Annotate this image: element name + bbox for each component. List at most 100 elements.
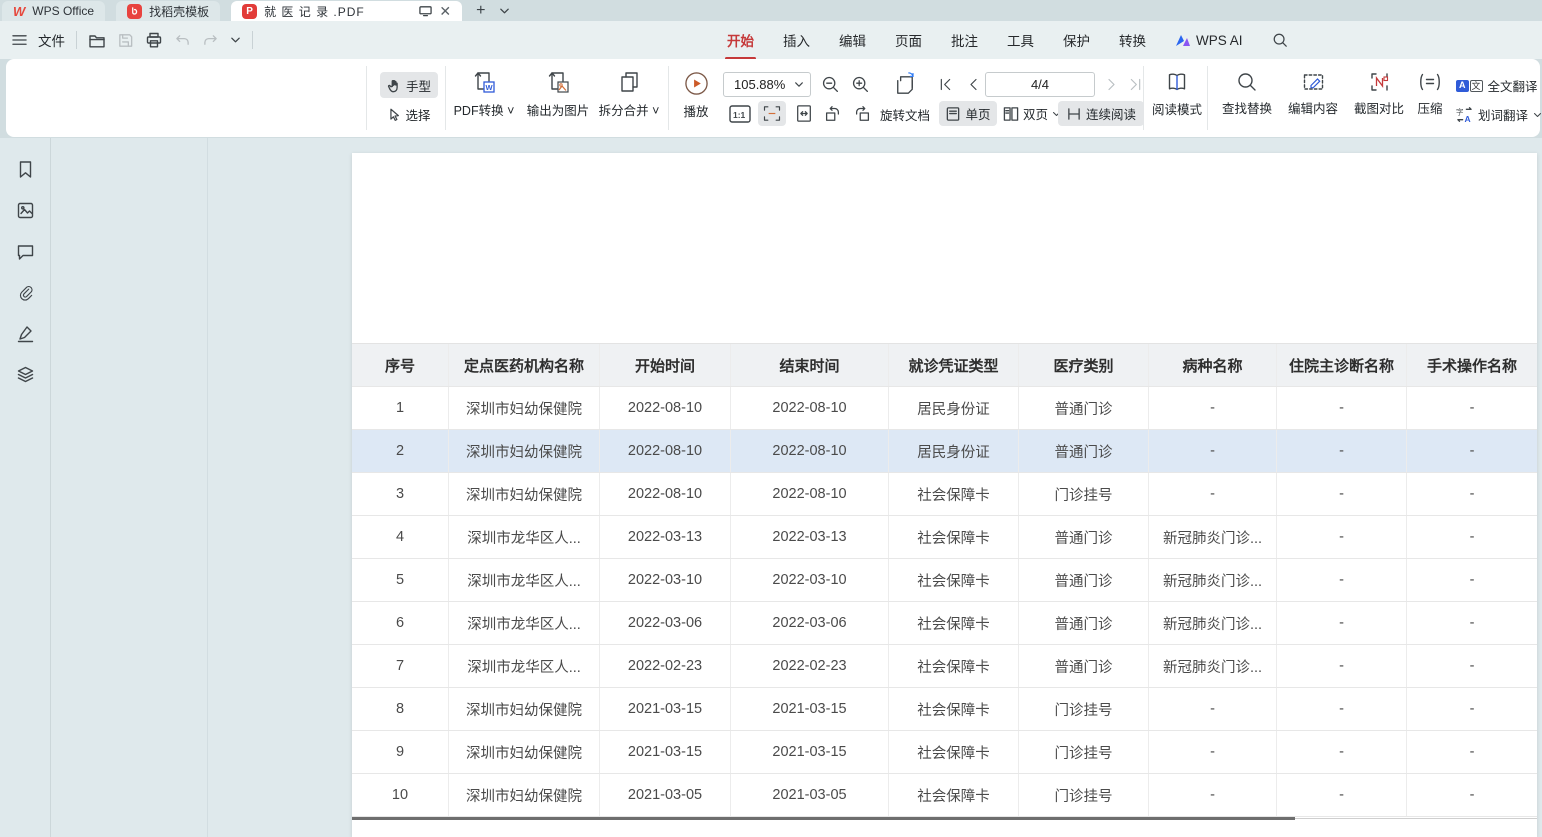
zoom-in-icon xyxy=(851,75,871,95)
table-row: 2深圳市妇幼保健院2022-08-102022-08-10居民身份证普通门诊--… xyxy=(352,430,1537,473)
table-cell: - xyxy=(1277,559,1407,601)
table-cell: 2022-03-10 xyxy=(731,559,889,601)
page-indicator-field[interactable]: 4/4 xyxy=(985,72,1095,97)
table-header-cell: 序号 xyxy=(352,344,449,386)
hand-tool-button[interactable]: 手型 xyxy=(380,72,438,98)
table-cell: 2021-03-15 xyxy=(731,731,889,773)
rotate-left-button[interactable] xyxy=(820,102,844,125)
restore-pages-icon xyxy=(891,71,918,98)
first-page-icon xyxy=(938,77,953,92)
double-page-button[interactable]: 双页 xyxy=(1001,101,1063,126)
table-header-cell: 医疗类别 xyxy=(1019,344,1149,386)
zoom-level-combobox[interactable]: 105.88% xyxy=(723,72,811,97)
previous-page-button[interactable] xyxy=(962,73,984,95)
side-panel-bar xyxy=(0,138,51,837)
export-image-button[interactable]: 输出为图片 xyxy=(522,70,594,119)
table-cell: 2022-08-10 xyxy=(731,473,889,515)
full-translate-icon: A文 xyxy=(1456,80,1483,92)
pdf-convert-button[interactable]: W PDF转换 ˅ xyxy=(446,70,522,119)
thumbnails-icon[interactable] xyxy=(16,201,35,220)
table-cell: - xyxy=(1149,430,1277,472)
menu-item[interactable]: 编辑 xyxy=(839,30,866,50)
close-tab-icon[interactable]: ✕ xyxy=(439,4,451,18)
table-cell: 新冠肺炎门诊... xyxy=(1149,516,1277,558)
table-cell: - xyxy=(1149,731,1277,773)
find-replace-button[interactable]: 查找替换 xyxy=(1214,71,1280,117)
menu-item[interactable]: 页面 xyxy=(895,30,922,50)
compress-button[interactable]: 压缩 xyxy=(1406,71,1454,117)
table-bottom-rule xyxy=(1295,818,1537,819)
print-icon[interactable] xyxy=(145,32,163,49)
table-cell: 新冠肺炎门诊... xyxy=(1149,559,1277,601)
fit-width-icon xyxy=(762,104,782,123)
menu-item[interactable]: 工具 xyxy=(1007,30,1034,50)
tab-docer-templates[interactable]: 找稻壳模板 xyxy=(116,1,220,21)
fit-page-button[interactable] xyxy=(792,102,816,125)
restore-pages-button[interactable] xyxy=(888,69,920,99)
file-menu-button[interactable]: 文件 xyxy=(38,30,65,50)
wps-ai-button[interactable]: WPS AI xyxy=(1175,33,1243,48)
table-cell: 2021-03-15 xyxy=(731,688,889,730)
first-page-button[interactable] xyxy=(934,73,956,95)
tab-wps-home[interactable]: W WPS Office xyxy=(2,1,105,21)
table-cell: 2022-08-10 xyxy=(600,473,731,515)
search-icon[interactable] xyxy=(1272,32,1288,48)
full-translate-button[interactable]: A文 全文翻译 xyxy=(1456,76,1538,95)
table-cell: 深圳市龙华区人... xyxy=(449,559,600,601)
play-icon xyxy=(684,71,709,96)
menu-item[interactable]: 保护 xyxy=(1063,30,1090,50)
continuous-read-button[interactable]: 连续阅读 xyxy=(1058,101,1144,126)
reading-mode-button[interactable]: 阅读模式 xyxy=(1146,71,1208,118)
table-cell: - xyxy=(1277,645,1407,687)
signature-icon[interactable] xyxy=(16,324,35,343)
menu-item[interactable]: 批注 xyxy=(951,30,978,50)
last-page-button[interactable] xyxy=(1124,73,1146,95)
next-page-icon xyxy=(1104,77,1119,92)
split-merge-button[interactable]: 拆分合并 ˅ xyxy=(594,70,664,119)
play-button[interactable]: 播放 xyxy=(672,71,720,120)
find-replace-icon xyxy=(1236,71,1258,93)
next-page-button[interactable] xyxy=(1100,73,1122,95)
table-cell: 新冠肺炎门诊... xyxy=(1149,602,1277,644)
zoom-out-button[interactable] xyxy=(818,72,843,97)
tab-list-chevron-icon[interactable] xyxy=(499,7,510,15)
open-file-icon[interactable] xyxy=(88,32,106,49)
table-row: 7深圳市龙华区人...2022-02-232022-02-23社会保障卡普通门诊… xyxy=(352,645,1537,688)
table-row: 3深圳市妇幼保健院2022-08-102022-08-10社会保障卡门诊挂号--… xyxy=(352,473,1537,516)
panel-divider xyxy=(207,138,208,837)
bookmark-icon[interactable] xyxy=(16,160,35,179)
split-screen-icon[interactable] xyxy=(419,5,432,17)
save-icon[interactable] xyxy=(117,32,134,49)
actual-size-button[interactable]: 1:1 xyxy=(728,102,752,125)
tab-pdf-document[interactable]: P 就 医 记 录 .PDF ✕ xyxy=(231,1,462,21)
menu-item[interactable]: 开始 xyxy=(727,30,754,50)
menu-item[interactable]: 转换 xyxy=(1119,30,1146,50)
table-cell: 门诊挂号 xyxy=(1019,731,1149,773)
quick-access-chevron-icon[interactable] xyxy=(230,36,241,44)
wps-logo-icon: W xyxy=(13,4,25,19)
rotate-document-button[interactable]: 旋转文档 xyxy=(880,105,930,124)
zoom-in-button[interactable] xyxy=(848,72,873,97)
fit-width-button[interactable] xyxy=(758,101,786,126)
screenshot-compare-button[interactable]: 截图对比 xyxy=(1346,71,1412,117)
layers-icon[interactable] xyxy=(16,365,35,384)
book-icon xyxy=(1165,71,1189,94)
table-header-cell: 结束时间 xyxy=(731,344,889,386)
attachment-icon[interactable] xyxy=(16,283,35,302)
single-page-button[interactable]: 单页 xyxy=(939,101,997,126)
undo-icon[interactable] xyxy=(174,33,191,48)
hamburger-menu-icon[interactable] xyxy=(12,34,27,46)
redo-icon[interactable] xyxy=(202,33,219,48)
menu-item[interactable]: 插入 xyxy=(783,30,810,50)
word-translate-button[interactable]: 字 A 划词翻译 xyxy=(1456,105,1542,124)
new-tab-icon[interactable]: + xyxy=(476,2,485,20)
edit-content-button[interactable]: 编辑内容 xyxy=(1280,71,1346,117)
select-tool-button[interactable]: 选择 xyxy=(380,101,438,127)
wps-ai-icon xyxy=(1175,34,1191,47)
table-cell: 2022-08-10 xyxy=(731,430,889,472)
table-cell: - xyxy=(1277,387,1407,429)
rotate-right-button[interactable] xyxy=(850,102,874,125)
comments-icon[interactable] xyxy=(16,242,35,261)
menu-bar: 文件 开始 插入 编辑 页面 批注 工具 保护 转换 WPS AI xyxy=(0,21,1542,59)
table-cell: - xyxy=(1277,774,1407,816)
